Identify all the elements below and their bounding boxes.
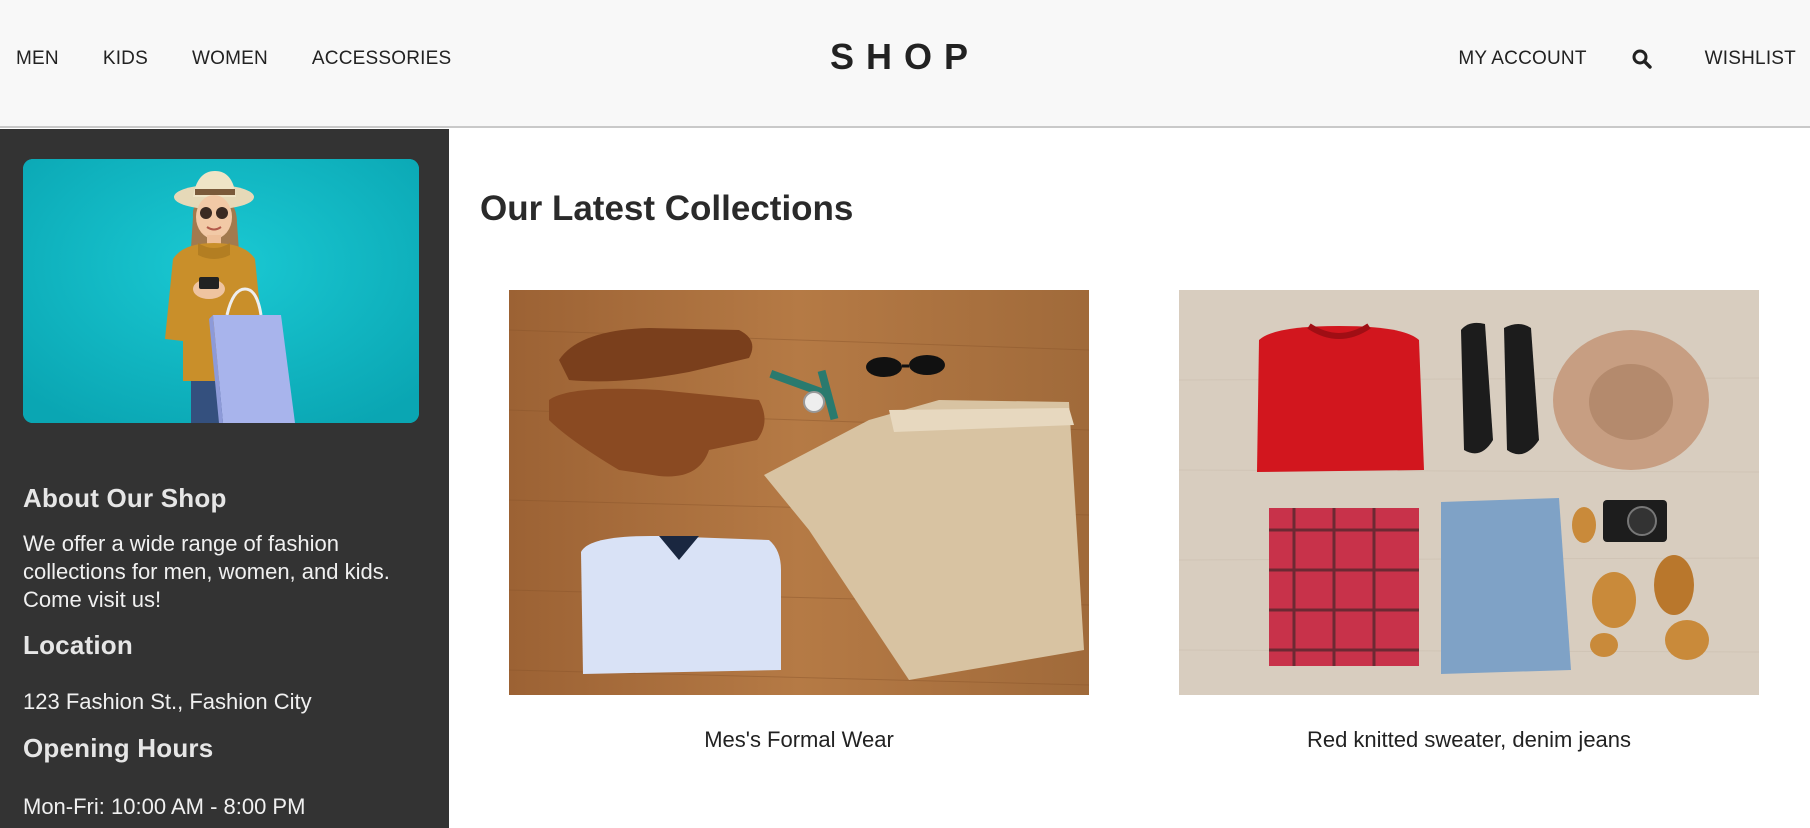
sidebar: About Our Shop We offer a wide range of …	[0, 129, 449, 828]
brand-logo[interactable]: SHOP	[830, 36, 980, 77]
location-text: 123 Fashion St., Fashion City	[23, 689, 312, 714]
opening-hours-title: Opening Hours	[23, 733, 214, 763]
collection-card-sweater-jeans[interactable]: Red knitted sweater, denim jeans	[1179, 290, 1759, 753]
nav-link-women[interactable]: WOMEN	[192, 48, 268, 70]
wishlist-link[interactable]: WISHLIST	[1705, 48, 1796, 70]
sweater-jeans-image	[1179, 290, 1759, 695]
main-content: Our Latest Collections Mes's Formal Wear…	[449, 129, 1810, 828]
location-title: Location	[23, 630, 133, 660]
collection-card-caption: Mes's Formal Wear	[704, 727, 894, 752]
collection-card-caption: Red knitted sweater, denim jeans	[1306, 727, 1632, 752]
top-navigation-bar: MEN KIDS WOMEN ACCESSORIES SHOP MY ACCOU…	[0, 0, 1810, 128]
formal-wear-image	[509, 290, 1089, 695]
about-text: We offer a wide range of fashion collect…	[23, 531, 390, 612]
my-account-link[interactable]: MY ACCOUNT	[1458, 48, 1586, 70]
sidebar-hero-image	[23, 159, 419, 423]
nav-link-accessories[interactable]: ACCESSORIES	[312, 48, 451, 70]
section-title: Our Latest Collections	[480, 189, 854, 228]
nav-link-men[interactable]: MEN	[16, 48, 59, 70]
account-nav: MY ACCOUNT WISHLIST	[1458, 48, 1796, 70]
collection-card-formal-wear[interactable]: Mes's Formal Wear	[509, 290, 1089, 753]
nav-link-kids[interactable]: KIDS	[103, 48, 148, 70]
opening-hours-text: Mon-Fri: 10:00 AM - 8:00 PM	[23, 794, 306, 819]
search-icon[interactable]	[1631, 48, 1653, 70]
about-title: About Our Shop	[23, 483, 227, 513]
primary-nav: MEN KIDS WOMEN ACCESSORIES	[16, 48, 495, 70]
